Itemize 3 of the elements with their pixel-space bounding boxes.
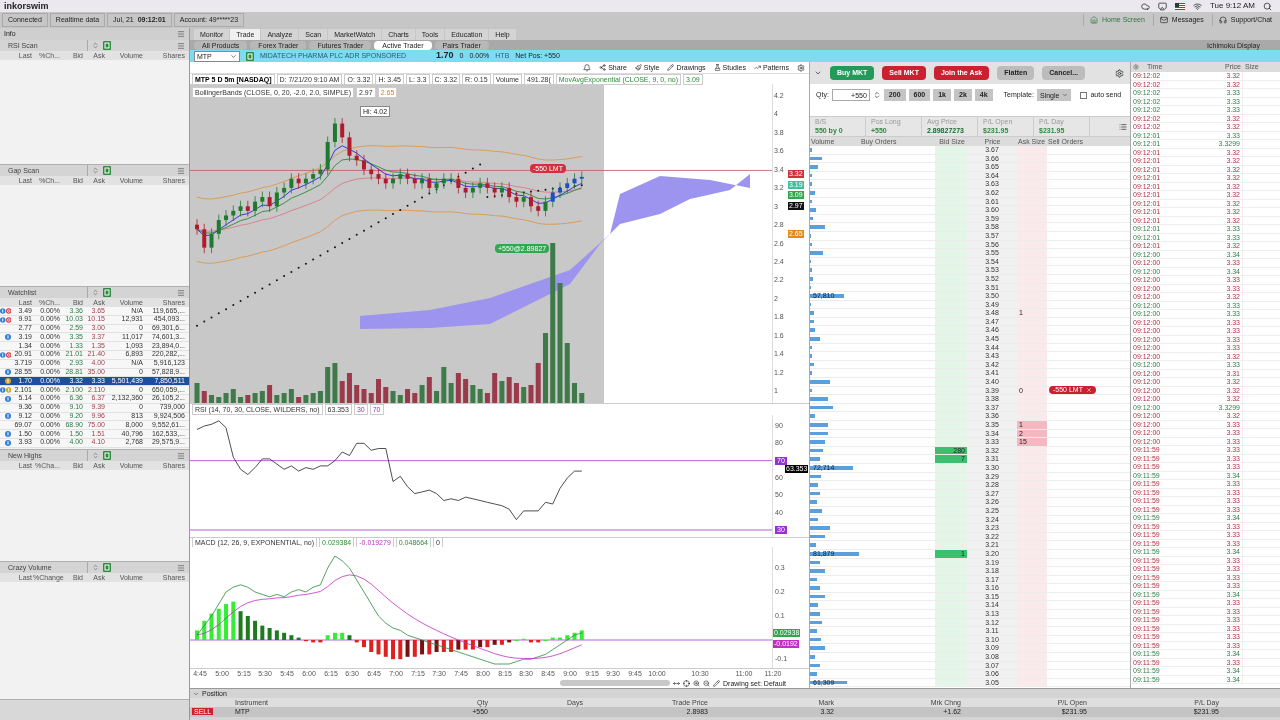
app-title: inkorswim xyxy=(4,0,49,12)
menu-clock: Tue 9:12 AM xyxy=(1209,0,1255,12)
last-price: 1.70 xyxy=(436,49,454,63)
